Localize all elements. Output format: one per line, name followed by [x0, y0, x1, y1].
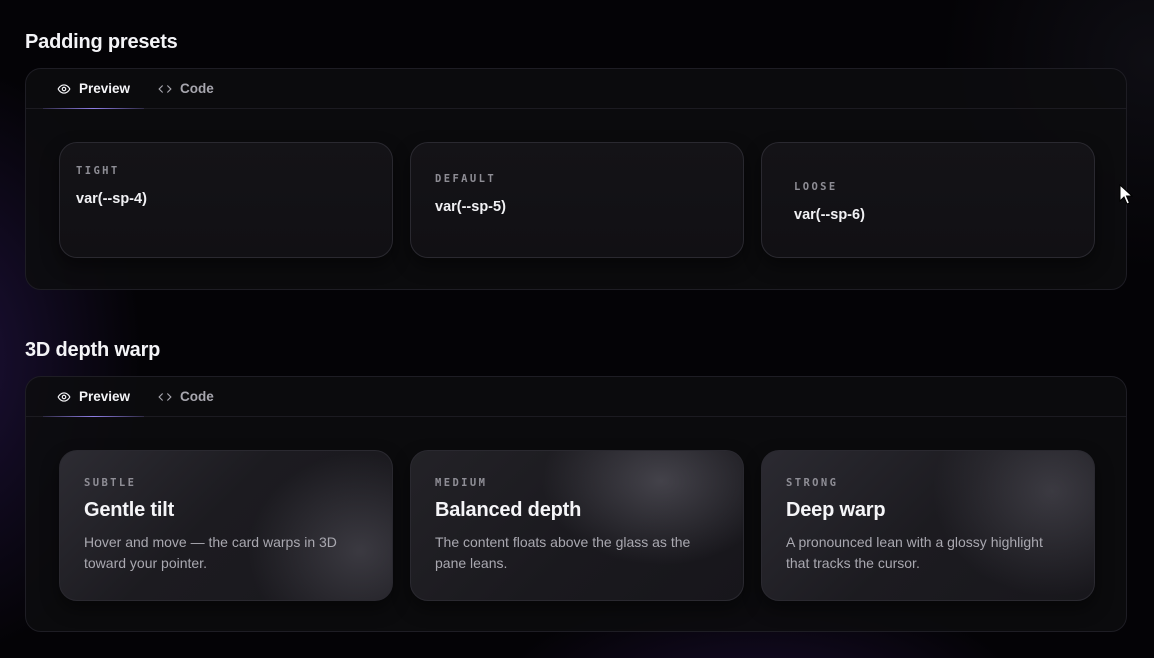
section-title-padding-presets: Padding presets	[25, 31, 178, 53]
tab-preview-label: Preview	[79, 81, 131, 96]
card-title: Deep warp	[786, 499, 886, 521]
card-description: Hover and move — the card warps in 3D to…	[84, 534, 337, 571]
tab-code-label: Code	[180, 389, 214, 404]
card-description: A pronounced lean with a glossy highligh…	[786, 534, 1043, 571]
card-label: SUBTLE	[84, 477, 137, 489]
depth-warp-panel: Preview Code SUBTLE Gentle tilt Hover an…	[25, 376, 1127, 632]
padding-card-default[interactable]: DEFAULT var(--sp-5)	[410, 142, 744, 258]
card-label: MEDIUM	[435, 477, 488, 489]
card-label: TIGHT	[76, 165, 120, 177]
padding-card-loose[interactable]: LOOSE var(--sp-6)	[761, 142, 1095, 258]
padding-cards: TIGHT var(--sp-4) DEFAULT var(--sp-5) LO…	[59, 142, 1095, 258]
tab-bar: Preview Code	[26, 377, 1126, 417]
warp-card-medium[interactable]: MEDIUM Balanced depth The content floats…	[410, 450, 744, 601]
card-value: var(--sp-4)	[76, 191, 147, 207]
code-icon	[158, 84, 172, 93]
card-value: var(--sp-6)	[794, 207, 865, 223]
code-icon	[158, 392, 172, 401]
tab-preview[interactable]: Preview	[43, 377, 145, 417]
warp-cards: SUBTLE Gentle tilt Hover and move — the …	[59, 450, 1095, 601]
card-title: Gentle tilt	[84, 499, 175, 521]
warp-card-strong[interactable]: STRONG Deep warp A pronounced lean with …	[761, 450, 1095, 601]
padding-presets-panel: Preview Code TIGHT var(--sp-4) DEFAULT v…	[25, 68, 1127, 290]
tab-preview[interactable]: Preview	[43, 69, 145, 109]
eye-icon	[57, 83, 71, 94]
tab-code-label: Code	[180, 81, 214, 96]
card-description: The content floats above the glass as th…	[435, 534, 691, 571]
card-value: var(--sp-5)	[435, 199, 506, 215]
eye-icon	[57, 391, 71, 402]
tab-code[interactable]: Code	[144, 69, 228, 108]
card-label: DEFAULT	[435, 173, 497, 185]
card-label: LOOSE	[794, 181, 838, 193]
tab-bar: Preview Code	[26, 69, 1126, 109]
card-label: STRONG	[786, 477, 839, 489]
warp-card-subtle[interactable]: SUBTLE Gentle tilt Hover and move — the …	[59, 450, 393, 601]
tab-preview-label: Preview	[79, 389, 131, 404]
card-title: Balanced depth	[435, 499, 582, 521]
mouse-cursor-icon	[1119, 184, 1133, 205]
section-title-3d-depth-warp: 3D depth warp	[25, 339, 161, 361]
padding-card-tight[interactable]: TIGHT var(--sp-4)	[59, 142, 393, 258]
tab-code[interactable]: Code	[144, 377, 228, 416]
